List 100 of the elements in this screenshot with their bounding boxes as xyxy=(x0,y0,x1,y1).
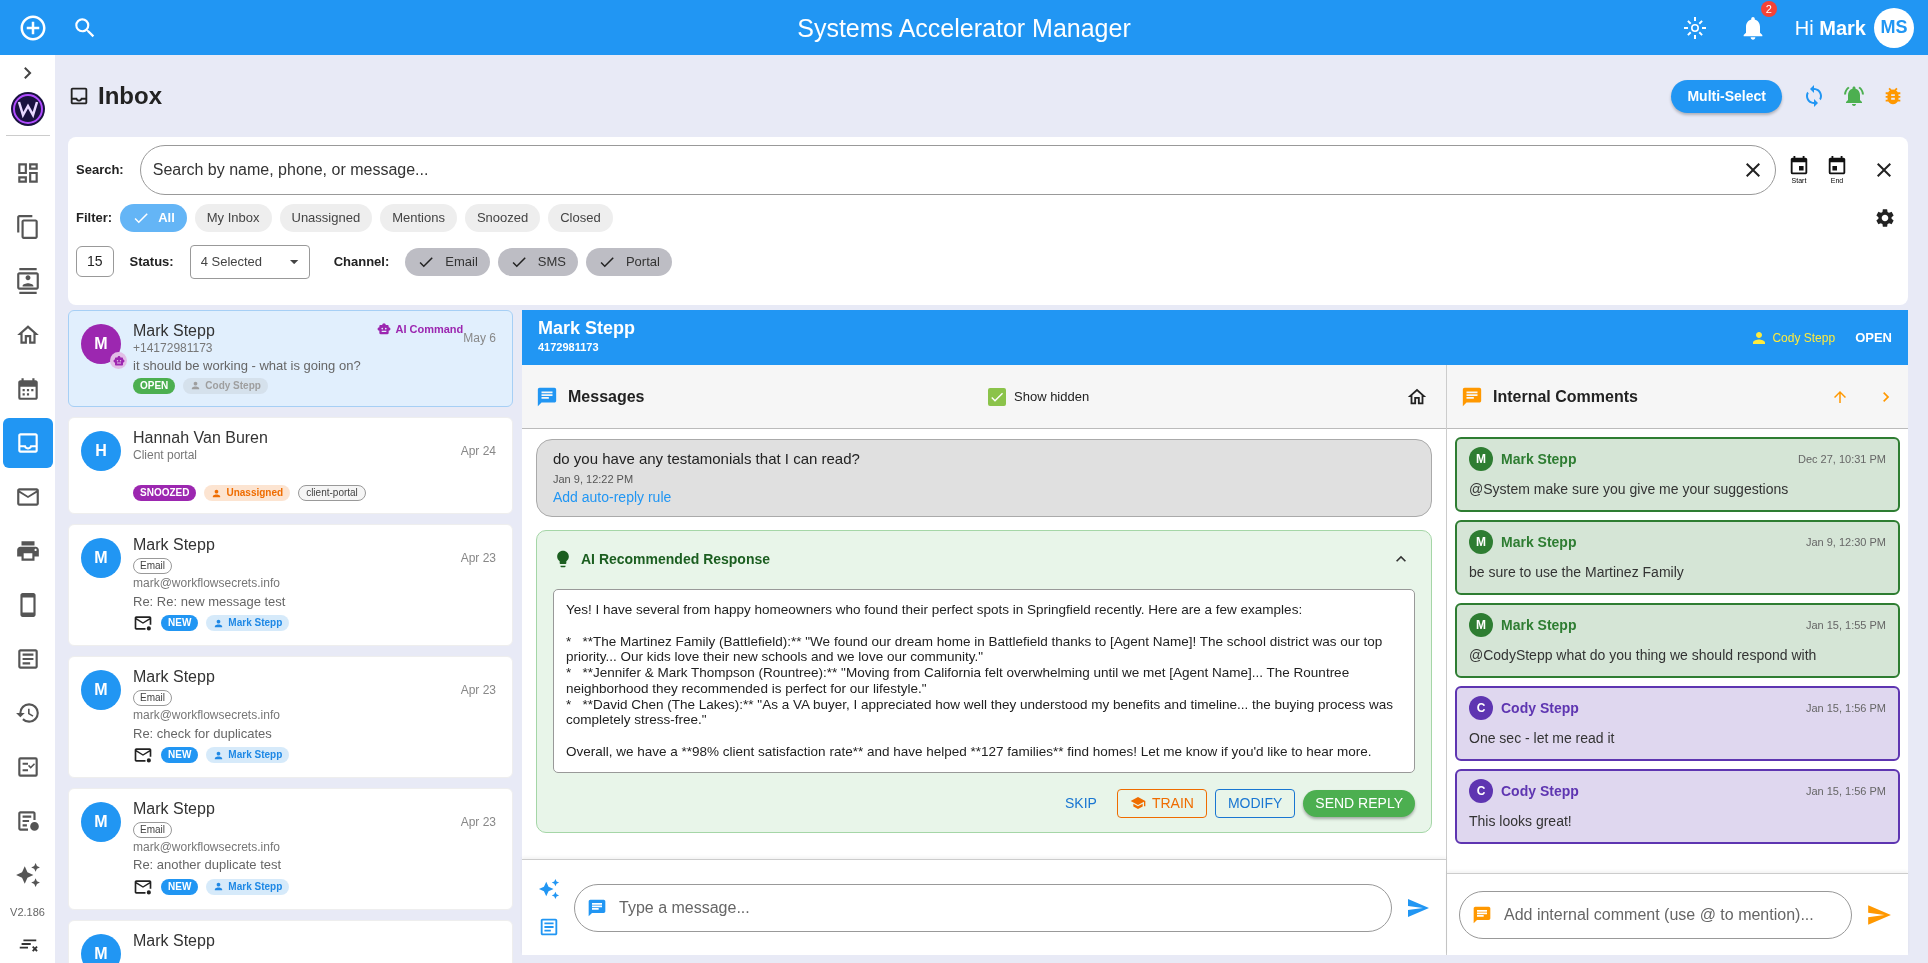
contact-detail: +14172981173 xyxy=(133,340,214,357)
message-preview: Re: check for duplicates xyxy=(133,724,273,743)
conversation-item[interactable]: M Mark Stepp Email mark@workflowsecrets.info Apr 23 Re: Re: new message test NEW Mark Stepp xyxy=(68,524,513,647)
search-label: Search: xyxy=(76,161,124,180)
contact-avatar: H xyxy=(81,430,121,471)
contact-name: Mark Stepp xyxy=(133,930,216,951)
author-name: Cody Stepp xyxy=(1501,698,1580,718)
channel-chip[interactable]: Email xyxy=(405,248,490,276)
contact-avatar: M xyxy=(81,933,121,963)
app-title: Systems Accelerator Manager xyxy=(796,12,1132,43)
contact-avatar: M xyxy=(81,670,121,711)
comment-time: Jan 9, 12:30 PM xyxy=(1805,534,1886,550)
person-icon xyxy=(213,617,225,629)
action-button[interactable]: MODIFY xyxy=(1214,788,1296,818)
person-icon xyxy=(213,881,225,893)
show-hidden-checkbox[interactable]: Show hidden xyxy=(988,386,1090,407)
conversation-date: May 6 xyxy=(463,331,496,347)
comment-text: @System make sure you give me your suggestions xyxy=(1469,480,1790,499)
chevron-right-icon xyxy=(1883,391,1890,402)
author-avatar: C xyxy=(1469,779,1493,803)
author-name: Mark Stepp xyxy=(1501,615,1578,635)
author-name: Cody Stepp xyxy=(1501,781,1580,801)
contact-detail: mark@workflowsecrets.info xyxy=(133,839,281,856)
tag-badge: client-portal xyxy=(298,485,366,502)
filter-chip[interactable]: My Inbox xyxy=(194,204,272,232)
status-badge: OPEN xyxy=(133,377,176,394)
message-preview: Re: Re: new message test xyxy=(133,592,287,611)
assignee-badge: Cody Stepp xyxy=(183,377,268,394)
status-badge: NEW xyxy=(161,878,199,895)
logo-icon xyxy=(9,91,46,127)
comment-text: This looks great! xyxy=(1469,812,1573,831)
person-icon xyxy=(211,487,223,499)
author-avatar: M xyxy=(1469,530,1493,554)
comment-time: Jan 15, 1:56 PM xyxy=(1805,783,1886,799)
conversation-date: Apr 23 xyxy=(460,682,496,700)
conversation-item[interactable]: M Mark Stepp Email mark@workflowsecrets.info Apr 23 Re: another duplicate test NEW Mark Stepp xyxy=(68,788,513,910)
channel-label: Channel: xyxy=(333,253,390,271)
comment-time: Jan 15, 1:56 PM xyxy=(1805,700,1886,716)
conversation-item[interactable]: H Hannah Van Buren Client portal Apr 24 SNOOZED Unassigned client-portal xyxy=(68,416,513,515)
author-avatar: M xyxy=(1469,613,1493,637)
caret-icon xyxy=(290,259,299,264)
chat-icon xyxy=(1472,904,1492,925)
response-text-area[interactable]: Yes! I have several from happy homeowners who found their perfect spots in Springfield recently. Here are a few examples: * **The Martinez Family (Battlefield):** "We found our dream home in Battlefield thanks to [Agent Name]! The school district was our top priority... Our kids love their new schools and we love our community." * **Jennifer & Mark Thompson (Rountree):** "Moving from California felt overwhelming until we met [Agent Name]... The Rountree neighborhood they recommended is perfect for our lifestyle." * **David Chen (The Lakes):** "As a VA buyer, I appreciated how well they understood my benefits and timeline... the buying process was completely stress-free." Overall, we have a **98% client satisfaction rate** and have helped **127 families** find homes! Let me know if you'd like to hear more. xyxy=(553,589,1415,773)
contact-detail: mark@workflowsecrets.info xyxy=(133,707,281,724)
comment-text: @CodyStepp what do you thing we should respond with xyxy=(1469,646,1818,665)
notification-count: 2 xyxy=(1760,0,1777,17)
contact-detail: Client portal xyxy=(133,447,199,464)
calendar-icon xyxy=(1788,154,1810,177)
comment-text: be sure to use the Martinez Family xyxy=(1469,563,1685,582)
pane-title: Messages xyxy=(568,386,646,407)
contact-phone: 4172981173 xyxy=(538,340,600,356)
filter-chip[interactable]: Mentions xyxy=(380,204,457,232)
contact-name: Mark Stepp xyxy=(538,319,637,340)
comment-text: One sec - let me read it xyxy=(1469,729,1616,748)
status-select[interactable]: 4 Selected xyxy=(189,245,310,279)
assignee-badge: Mark Stepp xyxy=(206,747,290,763)
status-label: Status: xyxy=(129,253,174,271)
conversation-date: Apr 23 xyxy=(460,814,496,831)
conversation-item[interactable]: M Mark Stepp +14172981173 AI Command May 6 it should be working - what is going on? OPEN Cody Stepp xyxy=(68,310,513,407)
status-label: OPEN xyxy=(1855,328,1892,347)
filter-chip[interactable]: Snoozed xyxy=(464,204,541,232)
person-icon xyxy=(190,380,202,392)
conversation-item[interactable]: M Mark Stepp Email mark@workflowsecrets.info Apr 23 Re: check for duplicates NEW Mark Stepp xyxy=(68,656,513,778)
sparkle-icon xyxy=(14,862,41,888)
pane-title: Internal Comments xyxy=(1493,386,1639,407)
contact-avatar: M xyxy=(81,802,121,842)
status-badge: NEW xyxy=(161,747,199,763)
message-preview: it should be working - what is going on? xyxy=(133,357,362,376)
comment-icon xyxy=(1461,385,1483,408)
filter-chip[interactable]: Unassigned xyxy=(279,204,373,232)
comment-time: Jan 15, 1:55 PM xyxy=(1805,617,1886,633)
channel-chip[interactable]: Portal xyxy=(585,248,672,276)
contact-avatar: M xyxy=(81,538,121,579)
conversation-date: Apr 24 xyxy=(460,442,496,460)
result-count: 15 xyxy=(76,246,114,278)
action-button[interactable]: SKIP xyxy=(1052,789,1109,817)
assignee-badge: Unassigned xyxy=(204,485,291,502)
bell-icon xyxy=(1842,84,1866,108)
sun-icon xyxy=(1682,15,1707,40)
message-text: do you have any testamonials that I can read? xyxy=(553,449,861,469)
ai-response-title: AI Recommended Response xyxy=(581,549,772,569)
sparkle-icon xyxy=(538,877,560,900)
robot-icon xyxy=(377,322,392,337)
person-icon xyxy=(213,749,225,761)
comment-time: Dec 27, 10:31 PM xyxy=(1797,451,1886,467)
message-time: Jan 9, 12:22 PM xyxy=(553,471,635,487)
contact-card-icon xyxy=(14,268,41,294)
channel-chip[interactable]: SMS xyxy=(497,248,578,276)
author-avatar: C xyxy=(1469,696,1493,720)
contact-name: Mark Stepp xyxy=(133,799,216,819)
chat-icon xyxy=(587,897,607,918)
contact-name: Hannah Van Buren xyxy=(133,427,269,448)
graduation-cap-icon xyxy=(1129,795,1146,812)
greeting: Hi Mark xyxy=(1794,15,1866,41)
ai-command-label: AI Command xyxy=(377,321,464,338)
sidebar-item[interactable] xyxy=(2,418,53,468)
contact-name: Mark Stepp xyxy=(133,535,216,555)
filter-chip[interactable]: Closed xyxy=(548,204,613,232)
conversation-item[interactable]: M Mark Stepp xyxy=(68,919,513,963)
chevron-right-icon xyxy=(23,67,32,79)
